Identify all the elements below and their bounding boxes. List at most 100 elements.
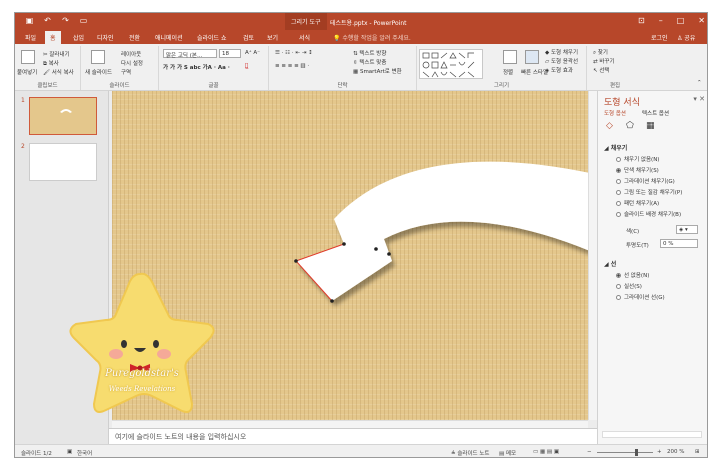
- fill-option-picture[interactable]: 그림 또는 질감 채우기(P): [616, 188, 682, 196]
- new-slide-button[interactable]: 새 슬라이드: [85, 68, 112, 76]
- fill-option-solid[interactable]: 단색 채우기(S): [616, 166, 659, 174]
- fill-line-icon[interactable]: ◇: [606, 121, 613, 131]
- line-section-header[interactable]: ◢ 선: [604, 259, 616, 268]
- shape-outline-button[interactable]: ▱ 도형 윤곽선: [545, 57, 578, 65]
- comments-toggle[interactable]: ▤ 메모: [499, 449, 516, 457]
- arrange-button[interactable]: 정렬: [503, 68, 513, 76]
- copy-button[interactable]: ⧉ 복사: [43, 59, 59, 68]
- view-buttons[interactable]: ▭ ▦ ▤ ▣: [533, 449, 559, 455]
- zoom-out-icon[interactable]: −: [587, 449, 592, 455]
- fill-section-header[interactable]: ◢ 채우기: [604, 143, 627, 152]
- effects-icon[interactable]: ⬠: [626, 121, 634, 131]
- start-slideshow-icon[interactable]: ▭: [79, 16, 88, 25]
- line-option-label: 실선(S): [624, 284, 642, 290]
- line-option-solid[interactable]: 실선(S): [616, 282, 642, 290]
- tab-transitions[interactable]: 전환: [129, 33, 140, 42]
- fill-color-picker[interactable]: ◈ ▾: [676, 225, 698, 234]
- shape-effects-button[interactable]: ◈ 도형 효과: [545, 66, 573, 74]
- save-icon[interactable]: ▣: [25, 16, 34, 25]
- curved-arrow-shape[interactable]: [296, 161, 588, 301]
- spellcheck-icon[interactable]: ▣: [67, 449, 72, 455]
- fill-option-slide-bg[interactable]: 슬라이드 배경 채우기(B): [616, 210, 681, 218]
- shapes-gallery[interactable]: [419, 49, 483, 79]
- section-button[interactable]: 구역: [121, 68, 131, 76]
- arrange-icon[interactable]: [503, 50, 517, 64]
- layout-button[interactable]: 레이아웃: [121, 50, 141, 58]
- notes-toggle[interactable]: ≜ 슬라이드 노트: [451, 449, 489, 457]
- radio-icon: [616, 179, 621, 184]
- font-size-select[interactable]: 18: [219, 49, 241, 58]
- replace-label: 바꾸기: [599, 59, 615, 65]
- zoom-slider[interactable]: [597, 452, 653, 453]
- format-painter-button[interactable]: 🖌 서식 복사: [43, 68, 74, 76]
- slide-thumbnail-1[interactable]: [29, 97, 97, 135]
- login-link[interactable]: 로그인: [651, 33, 668, 42]
- tab-design[interactable]: 디자인: [97, 33, 114, 42]
- font-color-icon[interactable]: 가̲: [245, 63, 248, 69]
- transparency-input[interactable]: 0 %: [660, 239, 698, 248]
- fit-slide-icon[interactable]: ⊞: [695, 449, 700, 455]
- tab-file[interactable]: 파일: [25, 33, 36, 42]
- tab-text-options[interactable]: 텍스트 옵션: [642, 109, 669, 117]
- redo-icon[interactable]: ↷: [61, 16, 70, 25]
- line-section-label: 선: [610, 261, 617, 268]
- fill-option-none[interactable]: 채우기 없음(N): [616, 155, 659, 163]
- select-button[interactable]: ↖ 선택: [593, 66, 609, 74]
- new-slide-icon[interactable]: [91, 50, 105, 64]
- shape-fill-button[interactable]: ◆ 도형 채우기: [545, 48, 578, 56]
- zoom-level[interactable]: 200 %: [667, 449, 684, 455]
- quick-styles-icon[interactable]: [525, 50, 539, 64]
- editing-group: ⌕ 찾기 ⇄ 바꾸기 ↖ 선택 편집: [587, 46, 643, 90]
- clipboard-group: 붙여넣기 ✂ 잘라내기 ⧉ 복사 🖌 서식 복사 클립보드: [15, 46, 81, 90]
- text-direction-button[interactable]: ⇅ 텍스트 방향: [353, 49, 386, 57]
- slides-group: 새 슬라이드 레이아웃 다시 설정 구역 슬라이드: [81, 46, 159, 90]
- font-name-select[interactable]: 맑은 고딕 (본…: [163, 49, 217, 59]
- zoom-slider-thumb[interactable]: [635, 449, 638, 456]
- line-option-gradient[interactable]: 그라데이션 선(G): [616, 293, 665, 301]
- line-option-none[interactable]: 선 없음(N): [616, 271, 649, 279]
- minimize-icon[interactable]: –: [659, 16, 663, 25]
- undo-icon[interactable]: ↶: [43, 16, 52, 25]
- zoom-in-icon[interactable]: +: [657, 449, 662, 455]
- fill-option-gradient[interactable]: 그라데이션 채우기(G): [616, 177, 675, 185]
- tell-me-search[interactable]: 💡 수행할 작업을 알려 주세요.: [333, 33, 411, 42]
- tab-format[interactable]: 서식: [299, 33, 310, 42]
- align-buttons-icon[interactable]: ≡ ≡ ≡ ≡ ▥ ·: [275, 63, 309, 69]
- paste-button[interactable]: 붙여넣기: [17, 68, 37, 76]
- share-button[interactable]: ♙ 공유: [677, 33, 695, 42]
- tab-slideshow[interactable]: 슬라이드 쇼: [197, 33, 227, 42]
- ribbon-options-icon[interactable]: ⊡: [638, 16, 645, 25]
- reset-button[interactable]: 다시 설정: [121, 59, 143, 67]
- pane-scrollbar[interactable]: [602, 431, 702, 438]
- collapse-ribbon-icon[interactable]: ⌃: [697, 80, 702, 86]
- font-style-buttons[interactable]: 가 가 가 S abc 가A · Aa ·: [163, 63, 230, 71]
- replace-button[interactable]: ⇄ 바꾸기: [593, 57, 615, 65]
- vertical-scrollbar[interactable]: [588, 91, 597, 420]
- cut-button[interactable]: ✂ 잘라내기: [43, 50, 70, 58]
- tab-home[interactable]: 홈: [45, 31, 61, 44]
- find-button[interactable]: ⌕ 찾기: [593, 48, 608, 57]
- tab-shape-options[interactable]: 도형 옵션: [604, 109, 626, 117]
- radio-icon: [616, 295, 621, 300]
- quick-styles-button[interactable]: 빠른 스타일: [521, 68, 548, 76]
- notes-pane[interactable]: 여기에 슬라이드 노트의 내용을 입력하십시오: [109, 428, 597, 444]
- language-indicator[interactable]: 한국어: [77, 449, 92, 457]
- maximize-icon[interactable]: □: [677, 16, 685, 25]
- close-icon[interactable]: ✕: [698, 16, 705, 25]
- list-buttons-icon[interactable]: ☰ · ☷ · ⇤ ⇥ ↕: [275, 50, 313, 56]
- radio-icon: [616, 201, 621, 206]
- smartart-button[interactable]: ▦ SmartArt로 변환: [353, 67, 402, 75]
- font-grow-shrink-icon[interactable]: A⁺ A⁻: [245, 50, 260, 56]
- tab-view[interactable]: 보기: [267, 33, 278, 42]
- paste-icon[interactable]: [21, 50, 35, 64]
- tab-review[interactable]: 검토: [243, 33, 254, 42]
- slide-thumbnail-2[interactable]: [29, 143, 97, 181]
- pane-close-icon[interactable]: ▾ ✕: [693, 95, 705, 103]
- fill-option-pattern[interactable]: 패턴 채우기(A): [616, 199, 659, 207]
- align-text-button[interactable]: ⇳ 텍스트 맞춤: [353, 58, 386, 66]
- tab-insert[interactable]: 삽입: [73, 33, 84, 42]
- fill-option-label: 패턴 채우기(A): [624, 201, 660, 207]
- size-properties-icon[interactable]: ▦: [646, 121, 655, 131]
- notes-toggle-label: 슬라이드 노트: [457, 451, 490, 457]
- tab-animations[interactable]: 애니메이션: [155, 33, 183, 42]
